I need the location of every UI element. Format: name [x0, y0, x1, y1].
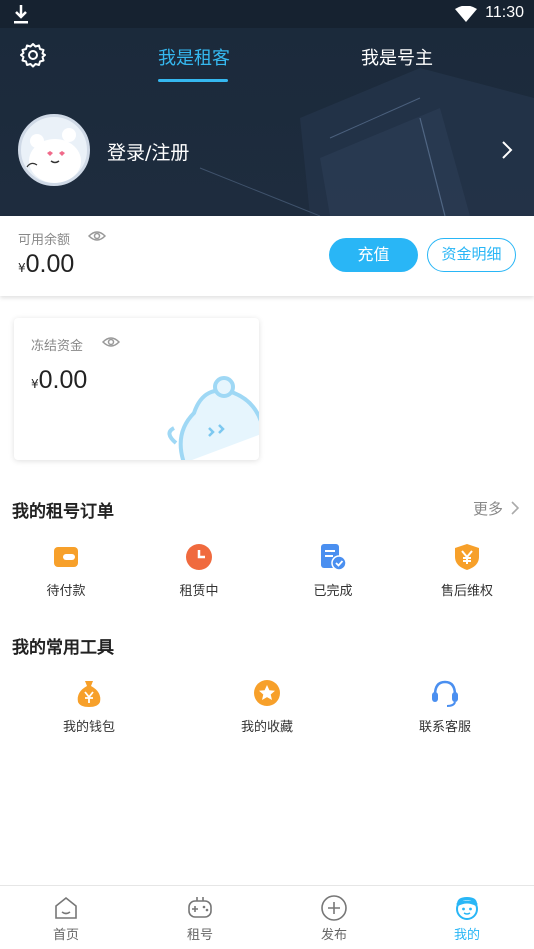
tab-renter[interactable]: 我是租客 — [158, 44, 230, 70]
nav-label: 我的 — [453, 928, 480, 943]
orders-section-title: 我的租号订单 — [12, 502, 114, 522]
nav-rent-account[interactable]: 租号 — [170, 894, 230, 943]
clock-time: 11:30 — [485, 4, 524, 21]
shield-yen-icon — [455, 544, 479, 570]
order-item-label: 已完成 — [313, 584, 353, 599]
available-balance-panel: 可用余额 ¥0.00 充值 资金明细 — [0, 216, 534, 296]
star-icon — [254, 680, 280, 706]
nav-home[interactable]: 首页 — [36, 894, 96, 943]
available-balance-label: 可用余额 — [18, 233, 71, 248]
bear-watermark-icon — [167, 376, 259, 460]
plus-circle-icon — [321, 895, 347, 921]
order-after-sales[interactable]: 售后维权 — [422, 542, 512, 599]
tool-my-wallet[interactable]: 我的钱包 — [44, 678, 134, 735]
bear-mascot-avatar-icon — [26, 128, 81, 183]
nav-mine[interactable]: 我的 — [437, 894, 497, 943]
tool-item-label: 我的收藏 — [240, 720, 293, 735]
status-bar: 11:30 — [0, 0, 534, 28]
money-bag-icon — [77, 681, 101, 707]
tools-section-title: 我的常用工具 — [12, 638, 114, 658]
chevron-right-icon[interactable] — [510, 500, 520, 516]
document-check-icon — [321, 544, 347, 571]
settings-gear-icon[interactable] — [20, 42, 46, 68]
tab-owner[interactable]: 我是号主 — [361, 44, 433, 70]
available-balance-amount: ¥0.00 — [18, 250, 74, 279]
profile-face-icon — [456, 897, 478, 920]
nav-label: 首页 — [52, 928, 79, 943]
order-renting[interactable]: 租赁中 — [154, 542, 244, 599]
currency-symbol: ¥ — [31, 377, 39, 391]
recharge-button[interactable]: 充值 — [329, 238, 418, 272]
order-item-label: 售后维权 — [440, 584, 493, 599]
eye-icon[interactable] — [88, 229, 106, 243]
wallet-icon — [54, 547, 78, 567]
order-item-label: 租赁中 — [179, 584, 219, 599]
download-icon — [14, 5, 28, 24]
currency-symbol: ¥ — [18, 261, 26, 275]
eye-icon[interactable] — [102, 335, 120, 349]
frozen-value: 0.00 — [38, 366, 88, 394]
nav-label: 租号 — [186, 928, 213, 943]
frozen-funds-label: 冻结资金 — [31, 339, 84, 354]
header-decoration — [199, 68, 534, 216]
tool-item-label: 联系客服 — [418, 720, 471, 735]
nav-publish[interactable]: 发布 — [304, 894, 364, 943]
profile-header: 我是租客 我是号主 登录/注册 — [0, 28, 534, 216]
fund-details-button[interactable]: 资金明细 — [427, 238, 516, 272]
tool-my-favorites[interactable]: 我的收藏 — [222, 678, 312, 735]
frozen-funds-card: 冻结资金 ¥0.00 — [14, 318, 259, 460]
balance-value: 0.00 — [25, 250, 75, 278]
login-register-link[interactable]: 登录/注册 — [107, 138, 189, 165]
active-tab-indicator — [158, 79, 228, 82]
order-completed[interactable]: 已完成 — [288, 542, 378, 599]
chevron-right-icon[interactable] — [500, 140, 514, 160]
tool-contact-support[interactable]: 联系客服 — [400, 678, 490, 735]
avatar[interactable] — [18, 114, 90, 186]
gamepad-icon — [188, 897, 212, 918]
headset-icon — [432, 680, 458, 707]
home-icon — [55, 896, 77, 919]
nav-label: 发布 — [320, 928, 347, 943]
frozen-funds-amount: ¥0.00 — [31, 366, 87, 395]
orders-more-link[interactable]: 更多 — [473, 498, 503, 519]
wifi-icon — [455, 6, 477, 22]
order-item-label: 待付款 — [46, 584, 86, 599]
bottom-navigation: 首页 租号 发布 我的 — [0, 885, 534, 949]
clock-icon — [186, 544, 212, 570]
order-pending-payment[interactable]: 待付款 — [21, 542, 111, 599]
tool-item-label: 我的钱包 — [62, 720, 115, 735]
